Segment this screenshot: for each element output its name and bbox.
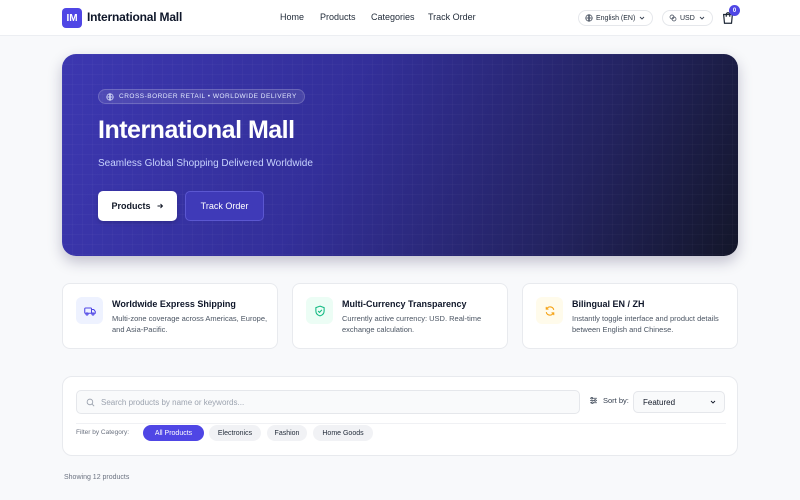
feature-card-bilingual: Bilingual EN / ZH Instantly toggle inter… [522,283,738,349]
nav-categories[interactable]: Categories [371,12,415,22]
hero-title: International Mall [98,116,295,144]
products-button[interactable]: Products [98,191,177,221]
products-button-label: Products [111,201,151,211]
cart-count-badge: 0 [729,5,740,16]
search-input[interactable] [101,397,571,407]
top-header: IM International Mall Home Products Cate… [0,0,800,36]
feature-icon-wrap [76,297,103,324]
globe-icon [585,14,593,22]
product-count: Showing 12 products [64,474,130,481]
feature-card-currency: Multi-Currency Transparency Currently ac… [292,283,508,349]
feature-title: Bilingual EN / ZH [572,299,645,309]
sort-label: Sort by: [589,396,629,405]
feature-description: Currently active currency: USD. Real-tim… [342,314,482,334]
category-chip-home-goods[interactable]: Home Goods [313,425,373,441]
sliders-icon [590,397,597,404]
feature-card-shipping: Worldwide Express Shipping Multi-zone co… [62,283,278,349]
shield-check-icon [314,305,325,316]
language-selector[interactable]: English (EN) [578,10,654,26]
category-chip-fashion[interactable]: Fashion [267,425,307,441]
truck-icon [83,306,96,316]
category-chip-all[interactable]: All Products [143,425,204,441]
hero-subtitle: Seamless Global Shopping Delivered World… [98,158,313,169]
currency-selector[interactable]: USD [662,10,713,26]
search-icon [86,398,95,406]
hero-tag-label: CROSS-BORDER RETAIL • WORLDWIDE DELIVERY [119,93,297,100]
nav-products[interactable]: Products [320,12,356,22]
arrow-right-icon [157,203,163,209]
globe-icon [106,92,114,101]
hero-tag: CROSS-BORDER RETAIL • WORLDWIDE DELIVERY [98,89,305,104]
sort-value: Featured [643,397,676,407]
category-chip-electronics[interactable]: Electronics [209,425,261,441]
language-label: English (EN) [596,14,636,22]
feature-description: Multi-zone coverage across Americas, Eur… [112,314,268,334]
filter-panel: Sort by: Featured Filter by Category: Al… [62,376,738,456]
feature-description: Instantly toggle interface and product d… [572,314,719,334]
chevron-down-icon [710,400,716,404]
feature-icon-wrap [536,297,563,324]
divider [76,423,726,424]
sort-label-text: Sort by: [603,396,629,405]
brand-name[interactable]: International Mall [87,10,182,24]
chevron-down-icon [699,16,705,20]
coins-icon [669,14,677,22]
track-order-button[interactable]: Track Order [185,191,264,221]
sort-dropdown[interactable]: Featured [633,391,725,413]
currency-label: USD [680,14,695,22]
feature-icon-wrap [306,297,333,324]
nav-home[interactable]: Home [280,12,304,22]
feature-title: Multi-Currency Transparency [342,299,467,309]
logo-badge[interactable]: IM [62,8,82,28]
track-order-button-label: Track Order [200,201,249,211]
category-filter-label: Filter by Category: [76,429,130,436]
hero-banner: CROSS-BORDER RETAIL • WORLDWIDE DELIVERY… [62,54,738,256]
search-box[interactable] [76,390,580,414]
feature-title: Worldwide Express Shipping [112,299,236,309]
refresh-icon [545,305,554,316]
chevron-down-icon [639,16,645,20]
nav-track-order[interactable]: Track Order [428,12,476,22]
